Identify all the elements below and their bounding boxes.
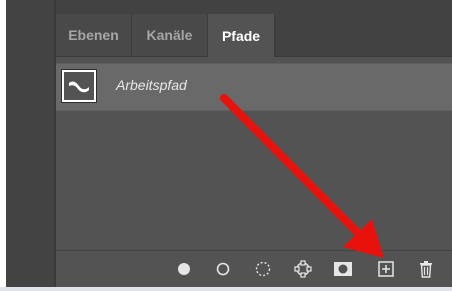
path-list-item-arbeitspfad[interactable]: Arbeitspfad: [56, 63, 452, 111]
tab-ebenen-label: Ebenen: [68, 27, 119, 43]
window-bottom-edge: [0, 287, 452, 291]
load-as-selection-button[interactable]: [253, 259, 273, 279]
fill-path-button[interactable]: [174, 259, 194, 279]
panel-tab-bar: Ebenen Kanäle Pfade: [56, 0, 452, 57]
left-dock-strip: [6, 0, 54, 287]
add-mask-button[interactable]: [333, 259, 353, 279]
tab-kanaele[interactable]: Kanäle: [132, 14, 208, 56]
load-as-selection-icon: [255, 261, 271, 277]
stroke-path-button[interactable]: [213, 259, 233, 279]
tab-ebenen[interactable]: Ebenen: [56, 14, 132, 56]
panel-footer-toolbar: [56, 250, 452, 288]
stroke-path-icon: [216, 262, 230, 276]
make-work-path-button[interactable]: [293, 259, 313, 279]
new-path-icon: [378, 261, 394, 277]
path-thumbnail: [61, 69, 97, 103]
paths-panel: Ebenen Kanäle Pfade Arbeitspfad: [56, 0, 452, 288]
fill-path-icon: [178, 263, 190, 275]
make-work-path-icon: [294, 260, 312, 278]
tab-kanaele-label: Kanäle: [146, 27, 193, 43]
wave-path-icon: [69, 81, 89, 93]
add-mask-icon: [334, 262, 352, 276]
new-path-button[interactable]: [376, 259, 396, 279]
tab-pfade[interactable]: Pfade: [208, 14, 275, 57]
photoshop-window: Ebenen Kanäle Pfade Arbeitspfad: [6, 0, 452, 288]
tab-pfade-label: Pfade: [221, 27, 261, 44]
delete-path-button[interactable]: [416, 259, 436, 279]
path-name: Arbeitspfad: [116, 77, 187, 93]
trash-icon: [420, 261, 432, 278]
